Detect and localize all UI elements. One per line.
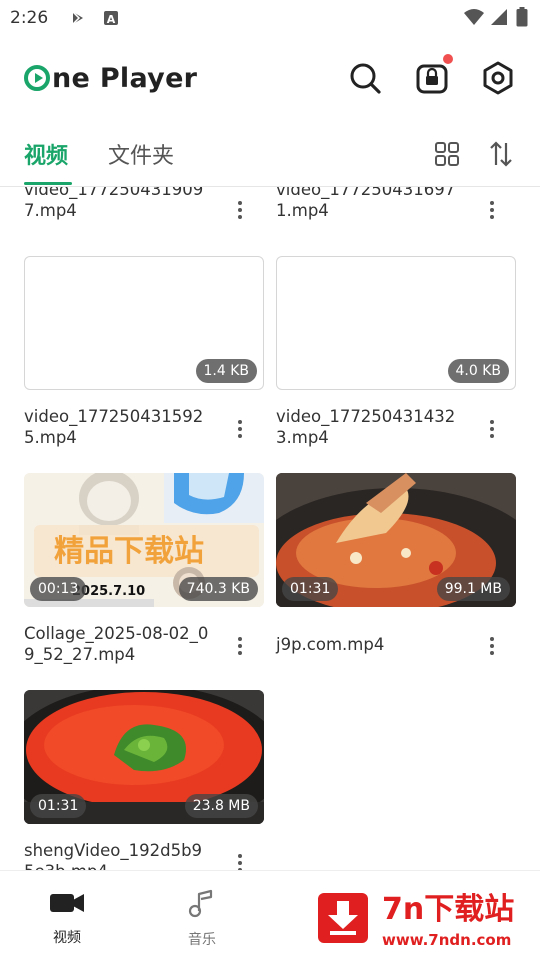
battery-icon <box>516 7 528 27</box>
wifi-icon <box>464 9 484 25</box>
app-header: ne Player <box>0 40 540 120</box>
duration-badge: 01:31 <box>30 794 87 818</box>
private-vault-button[interactable] <box>412 54 453 98</box>
app-name: ne Player <box>52 62 198 94</box>
video-name: shengVideo_192d5b95e3b.mp4 <box>24 841 203 870</box>
tab-indicator <box>24 182 72 185</box>
video-card[interactable]: video_1772504316971.mp4 <box>276 187 516 237</box>
video-thumbnail[interactable]: 01:31 99.1 MB <box>276 473 516 607</box>
video-card[interactable]: 精品下载站 2025.7.10 00:13 740.3 KB Collage_2… <box>24 473 264 673</box>
more-options-icon[interactable] <box>232 852 248 870</box>
watermark-url: www.7ndn.com <box>382 931 511 949</box>
signal-icon <box>491 9 507 25</box>
tab-bar: 视频 文件夹 <box>0 128 540 187</box>
video-thumbnail[interactable]: 4.0 KB <box>276 256 516 390</box>
video-card[interactable]: video_1772504319097.mp4 <box>24 187 264 237</box>
more-options-icon[interactable] <box>232 635 248 659</box>
video-card[interactable]: 01:31 99.1 MB j9p.com.mp4 <box>276 473 516 673</box>
video-grid: video_1772504319097.mp4 video_1772504316… <box>0 187 540 870</box>
search-icon <box>350 63 381 94</box>
more-options-icon[interactable] <box>232 418 248 442</box>
file-size-badge: 1.4 KB <box>195 359 257 383</box>
video-name: video_1772504319097.mp4 <box>24 187 204 220</box>
status-time: 2:26 <box>10 8 49 28</box>
video-name: Collage_2025-08-02_09_52_27.mp4 <box>24 624 209 664</box>
video-thumbnail[interactable]: 01:31 23.8 MB <box>24 690 264 824</box>
video-thumbnail[interactable]: 精品下载站 2025.7.10 00:13 740.3 KB <box>24 473 264 607</box>
video-card[interactable]: 01:31 23.8 MB shengVideo_192d5b95e3b.mp4 <box>24 690 264 870</box>
thumb-overlay-text: 精品下载站 <box>54 534 204 569</box>
search-button[interactable] <box>345 58 385 98</box>
more-options-icon[interactable] <box>484 199 500 223</box>
notification-dot <box>443 54 453 64</box>
video-name: video_1772504315925.mp4 <box>24 407 204 447</box>
more-options-icon[interactable] <box>484 418 500 442</box>
watermark-title: 7n下载站 <box>382 892 514 927</box>
logo-o-play-icon <box>24 65 50 91</box>
bottom-nav: 视频 音乐 7n下载站 www.7ndn.com <box>0 870 540 961</box>
app-logo: ne Player <box>24 58 197 98</box>
more-options-icon[interactable] <box>484 635 500 659</box>
play-store-icon <box>72 11 83 25</box>
file-size-badge: 99.1 MB <box>436 577 510 601</box>
status-bar: 2:26 A <box>0 0 540 36</box>
nav-label: 音乐 <box>188 932 216 948</box>
file-size-badge: 23.8 MB <box>184 794 258 818</box>
music-note-icon <box>188 889 213 918</box>
video-name: video_1772504316971.mp4 <box>276 187 456 220</box>
settings-hexagon-icon <box>483 61 513 95</box>
sort-icon[interactable] <box>487 140 515 168</box>
svg-text:A: A <box>107 13 116 26</box>
watermark-logo: 7n下载站 www.7ndn.com <box>318 892 514 949</box>
font-a-icon: A <box>104 11 118 26</box>
tab-folders[interactable]: 文件夹 <box>108 138 174 170</box>
nav-videos[interactable]: 视频 <box>32 889 102 947</box>
video-card[interactable]: 1.4 KB video_1772504315925.mp4 <box>24 256 264 456</box>
video-name: j9p.com.mp4 <box>276 635 385 654</box>
video-name: video_1772504314323.mp4 <box>276 407 456 447</box>
duration-badge: 01:31 <box>282 577 339 601</box>
video-camera-icon <box>50 894 84 912</box>
watermark: 7n下载站 www.7ndn.com <box>300 883 536 953</box>
video-thumbnail[interactable]: 1.4 KB <box>24 256 264 390</box>
grid-view-icon[interactable] <box>433 140 461 168</box>
lock-icon <box>416 64 448 94</box>
video-card[interactable]: 4.0 KB video_1772504314323.mp4 <box>276 256 516 456</box>
settings-button[interactable] <box>478 58 518 98</box>
tab-videos[interactable]: 视频 <box>24 138 68 170</box>
file-size-badge: 740.3 KB <box>178 577 258 601</box>
nav-label: 视频 <box>53 930 81 946</box>
nav-music[interactable]: 音乐 <box>167 889 237 949</box>
file-size-badge: 4.0 KB <box>447 359 509 383</box>
duration-badge: 00:13 <box>30 577 87 601</box>
more-options-icon[interactable] <box>232 199 248 223</box>
